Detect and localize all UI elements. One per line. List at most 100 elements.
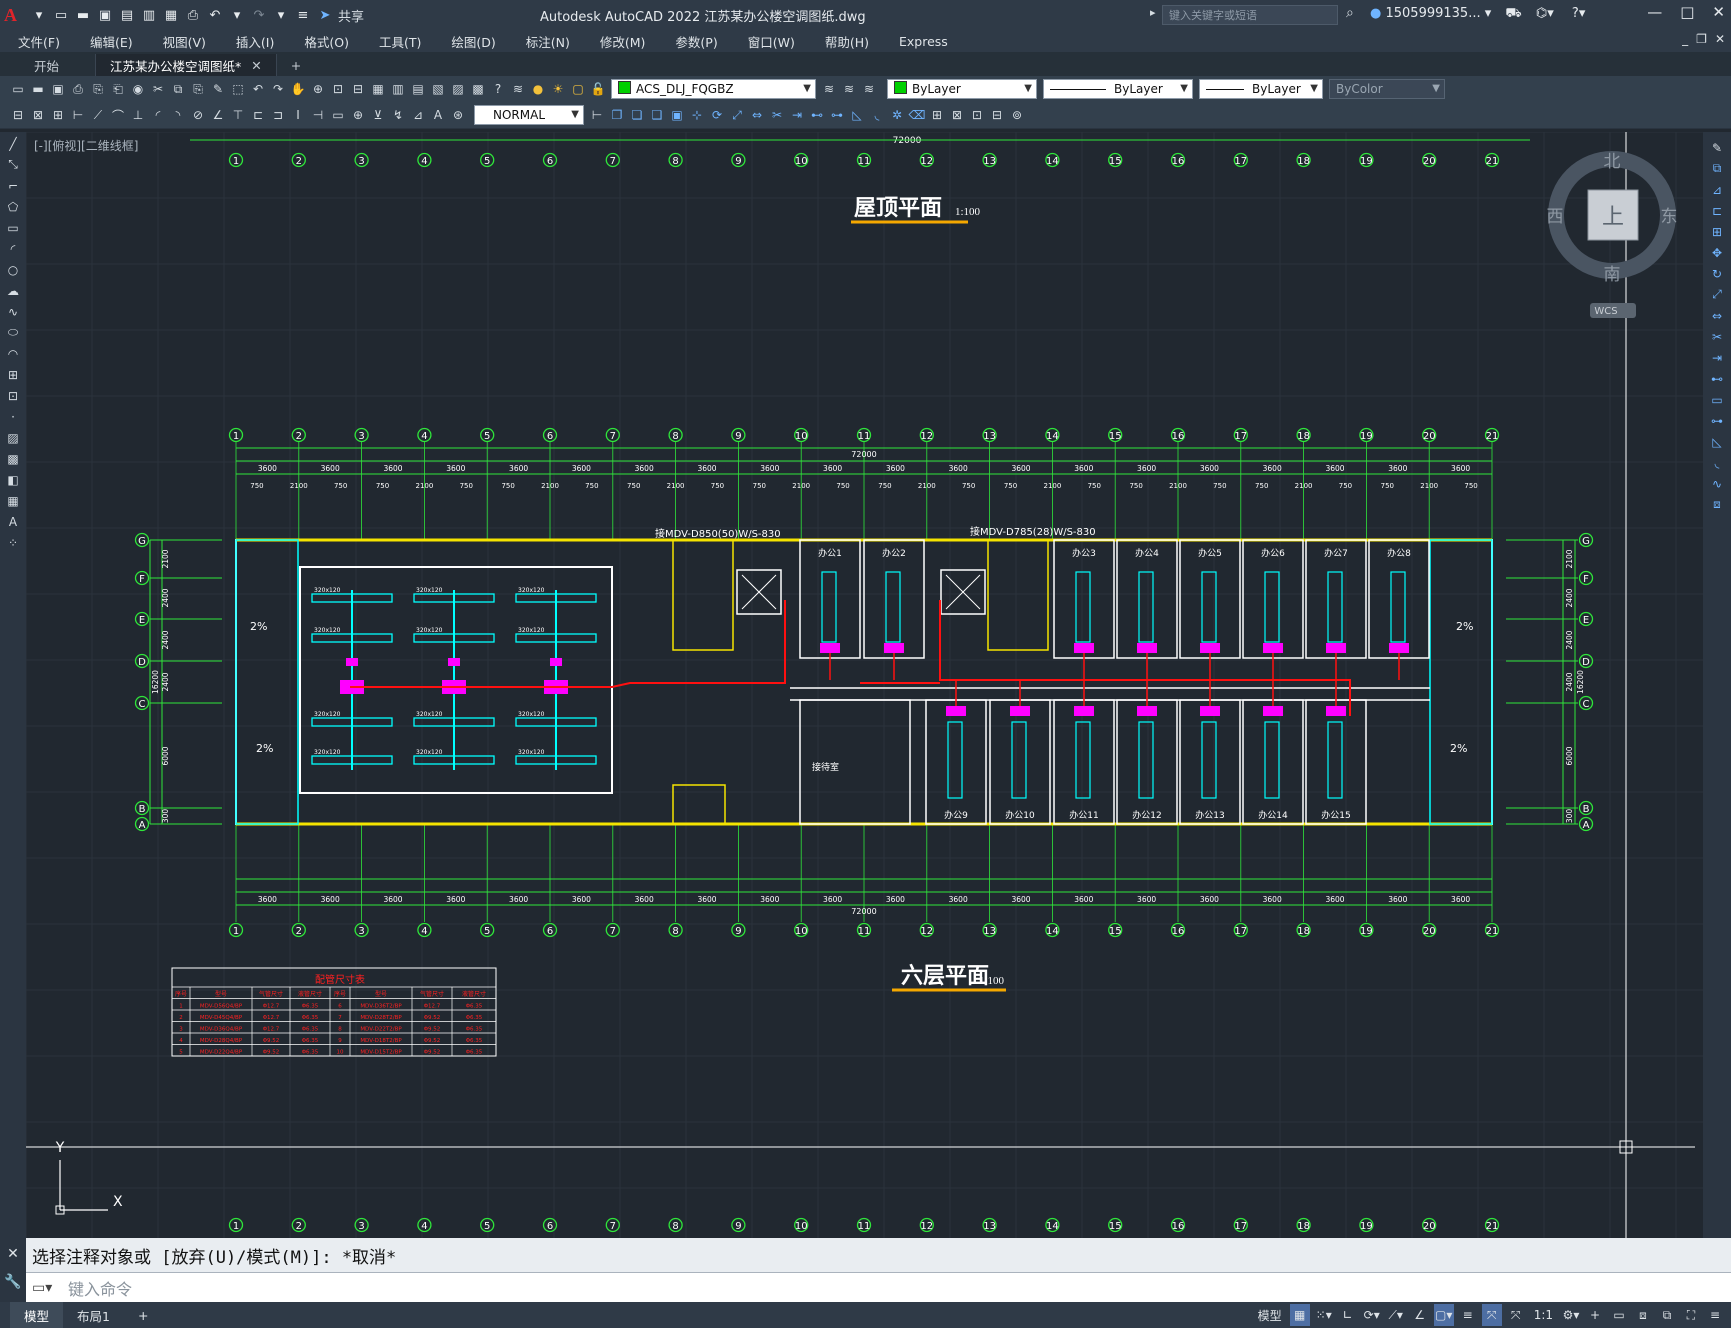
viewport-controls[interactable]: [-][俯视][二维线框] — [34, 137, 138, 154]
table-style-icon[interactable]: ⊞ — [48, 105, 68, 125]
annotation-scale[interactable]: 1:1 — [1530, 1304, 1557, 1326]
dim-override-icon[interactable]: ⊢ — [587, 105, 607, 125]
scale-icon[interactable]: ⤢ — [1707, 285, 1727, 304]
auto-scale-icon[interactable]: ⤧ — [1506, 1304, 1526, 1326]
menu-insert[interactable]: 插入(I) — [218, 32, 286, 51]
menu-help[interactable]: 帮助(H) — [807, 32, 881, 51]
tab-drawing[interactable]: 江苏某办公楼空调图纸* ✕ — [96, 54, 277, 76]
wblock-icon[interactable]: ⊟ — [987, 105, 1007, 125]
compass-north[interactable]: 北 — [1604, 152, 1621, 172]
maximize-icon[interactable]: □ — [1680, 3, 1694, 21]
menu-view[interactable]: 视图(V) — [145, 32, 218, 51]
cart-icon[interactable]: ⛟ — [1505, 6, 1521, 21]
explode-icon[interactable]: ⧈ — [1707, 495, 1727, 514]
center-mark-icon[interactable]: ⊕ — [348, 105, 368, 125]
menu-modify[interactable]: 修改(M) — [582, 32, 658, 51]
open-file-icon[interactable]: ▬ — [74, 6, 92, 24]
rotate-icon[interactable]: ↻ — [1707, 264, 1727, 283]
match-properties-icon[interactable]: ✎ — [208, 79, 228, 99]
text-style-icon[interactable]: ⊠ — [28, 105, 48, 125]
region-icon[interactable]: ◧ — [3, 470, 23, 489]
drawing-svg[interactable]: 1 2 3 4 5 6 7 8 9 10 11 12 13 14 15 16 17 18 19 20 21 72000 … — [26, 132, 1703, 1238]
point-icon[interactable]: · — [3, 407, 23, 426]
spline-icon[interactable]: ∿ — [3, 302, 23, 321]
ellipse-icon[interactable]: ⬭ — [3, 323, 23, 342]
help-icon[interactable]: ?▾ — [1572, 6, 1585, 21]
create-block-icon[interactable]: ⊠ — [947, 105, 967, 125]
rotate-icon[interactable]: ⟳ — [707, 105, 727, 125]
dim-break-icon[interactable]: ⊣ — [308, 105, 328, 125]
save-icon[interactable]: ▣ — [48, 79, 68, 99]
extend-icon[interactable]: ⇥ — [1707, 348, 1727, 367]
menu-parametric[interactable]: 参数(P) — [657, 32, 729, 51]
break-at-point-icon[interactable]: ⊷ — [1707, 369, 1727, 388]
insert-block-icon[interactable]: ⊞ — [927, 105, 947, 125]
search-expand-icon[interactable]: ▸ — [1150, 6, 1156, 19]
search-icon[interactable]: ⌕ — [1346, 5, 1354, 21]
cut-icon[interactable]: ✂ — [148, 79, 168, 99]
copy-icon[interactable]: ⧉ — [1707, 159, 1727, 178]
move-icon[interactable]: ⊹ — [687, 105, 707, 125]
minimize-icon[interactable]: — — [1647, 3, 1662, 21]
workspace-icon[interactable]: ⚙▾ — [1561, 1304, 1581, 1326]
layer-states-icon[interactable]: ≋ — [859, 79, 879, 99]
redo-icon[interactable]: ↷ — [250, 6, 268, 24]
join-icon[interactable]: ⊶ — [827, 105, 847, 125]
blend-icon[interactable]: ∿ — [1707, 474, 1727, 493]
offset-icon[interactable]: ⊏ — [1707, 201, 1727, 220]
menu-file[interactable]: 文件(F) — [0, 32, 72, 51]
menu-draw[interactable]: 绘图(D) — [433, 32, 507, 51]
polar-icon[interactable]: ⟳▾ — [1362, 1304, 1382, 1326]
undo-icon[interactable]: ↶ — [248, 79, 268, 99]
jogged-dim-icon[interactable]: ◝ — [168, 105, 188, 125]
menu-format[interactable]: 格式(O) — [286, 32, 361, 51]
block-editor-icon[interactable]: ⬚ — [228, 79, 248, 99]
compass-south[interactable]: 南 — [1604, 265, 1621, 285]
dim-edit-icon[interactable]: ⊿ — [408, 105, 428, 125]
redo-dropdown-icon[interactable]: ▾ — [272, 6, 290, 24]
save-web-icon[interactable]: ▦ — [162, 6, 180, 24]
make-block-icon[interactable]: ⊡ — [3, 386, 23, 405]
line-icon[interactable]: ╱ — [3, 134, 23, 153]
object-snap-tracking-icon[interactable]: ∠ — [1410, 1304, 1430, 1326]
tab-model[interactable]: 模型 — [10, 1302, 64, 1328]
erase-icon[interactable]: ⌫ — [907, 105, 927, 125]
join-icon[interactable]: ⊶ — [1707, 411, 1727, 430]
layer-vp-icon[interactable]: ▢ — [568, 79, 588, 99]
stretch-icon[interactable]: ⇔ — [747, 105, 767, 125]
open-icon[interactable]: ▬ — [28, 79, 48, 99]
table-icon[interactable]: ▦ — [3, 491, 23, 510]
customization-icon[interactable]: ≡ — [1705, 1304, 1725, 1326]
tab-close-icon[interactable]: ✕ — [251, 58, 261, 73]
new-tab-button[interactable]: + — [277, 54, 315, 76]
menu-edit[interactable]: 编辑(E) — [72, 32, 145, 51]
chamfer-icon[interactable]: ◺ — [847, 105, 867, 125]
polygon-icon[interactable]: ⬠ — [3, 197, 23, 216]
arc-length-icon[interactable]: ⌒ — [108, 105, 128, 125]
layer-previous-icon[interactable]: ≋ — [839, 79, 859, 99]
revcloud-icon[interactable]: ☁ — [3, 281, 23, 300]
lineweight-icon[interactable]: ≡ — [1458, 1304, 1478, 1326]
dimstyle-dropdown[interactable]: NORMAL ▼ — [474, 105, 584, 125]
compass-west[interactable]: 西 — [1547, 207, 1564, 227]
share-icon[interactable]: ➤ — [316, 6, 334, 24]
menu-tools[interactable]: 工具(T) — [361, 32, 433, 51]
redo-icon[interactable]: ↷ — [268, 79, 288, 99]
erase-icon[interactable]: ✎ — [1707, 138, 1727, 157]
linear-dim-icon[interactable]: ⊢ — [68, 105, 88, 125]
arc-icon[interactable]: ◜ — [3, 239, 23, 258]
layer-lock-icon[interactable]: 🔓 — [588, 79, 608, 99]
open-web-icon[interactable]: ▥ — [140, 6, 158, 24]
rectangle-icon[interactable]: ▭ — [3, 218, 23, 237]
zoom-window-icon[interactable]: ⊡ — [328, 79, 348, 99]
menu-dimension[interactable]: 标注(N) — [508, 32, 582, 51]
continue-dim-icon[interactable]: ⊐ — [268, 105, 288, 125]
dim-space-icon[interactable]: I — [288, 105, 308, 125]
xref-icon[interactable]: ⊚ — [1007, 105, 1027, 125]
copy-object-icon[interactable]: ❐ — [607, 105, 627, 125]
autodesk-app-icon[interactable]: ⌬▾ — [1536, 6, 1554, 21]
compass-east[interactable]: 东 — [1661, 207, 1678, 227]
jogged-linear-icon[interactable]: ↯ — [388, 105, 408, 125]
ellipse-arc-icon[interactable]: ◠ — [3, 344, 23, 363]
layer-thaw-icon[interactable]: ☀ — [548, 79, 568, 99]
